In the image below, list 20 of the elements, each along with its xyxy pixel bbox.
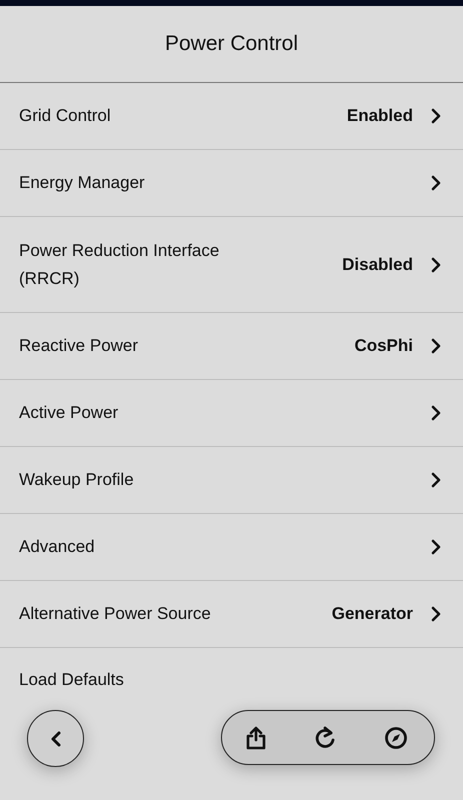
- page-title: Power Control: [164, 32, 298, 56]
- menu-item[interactable]: Advanced: [0, 514, 463, 581]
- chevron-icon: [431, 256, 441, 272]
- menu-item[interactable]: Load Defaults: [0, 648, 463, 706]
- chevron-icon: [431, 606, 441, 622]
- chevron-icon: [431, 472, 441, 488]
- share-icon[interactable]: [244, 724, 268, 750]
- menu-item[interactable]: Reactive Power CosPhi: [0, 313, 463, 380]
- menu-item[interactable]: Active Power: [0, 380, 463, 447]
- chevron-icon: [431, 539, 441, 555]
- menu-item[interactable]: Grid Control Enabled: [0, 83, 463, 150]
- chevron-icon: [431, 405, 441, 421]
- compass-icon[interactable]: [384, 726, 408, 750]
- menu-item[interactable]: Wakeup Profile: [0, 447, 463, 514]
- menu-item[interactable]: Energy Manager: [0, 150, 463, 217]
- chevron-icon: [431, 338, 441, 354]
- chevron-icon: [431, 108, 441, 124]
- menu-item[interactable]: Power Reduction Interface (RRCR) Disabled: [0, 217, 463, 313]
- menu-item[interactable]: Alternative Power Source Generator: [0, 581, 463, 648]
- chevron-icon: [431, 175, 441, 191]
